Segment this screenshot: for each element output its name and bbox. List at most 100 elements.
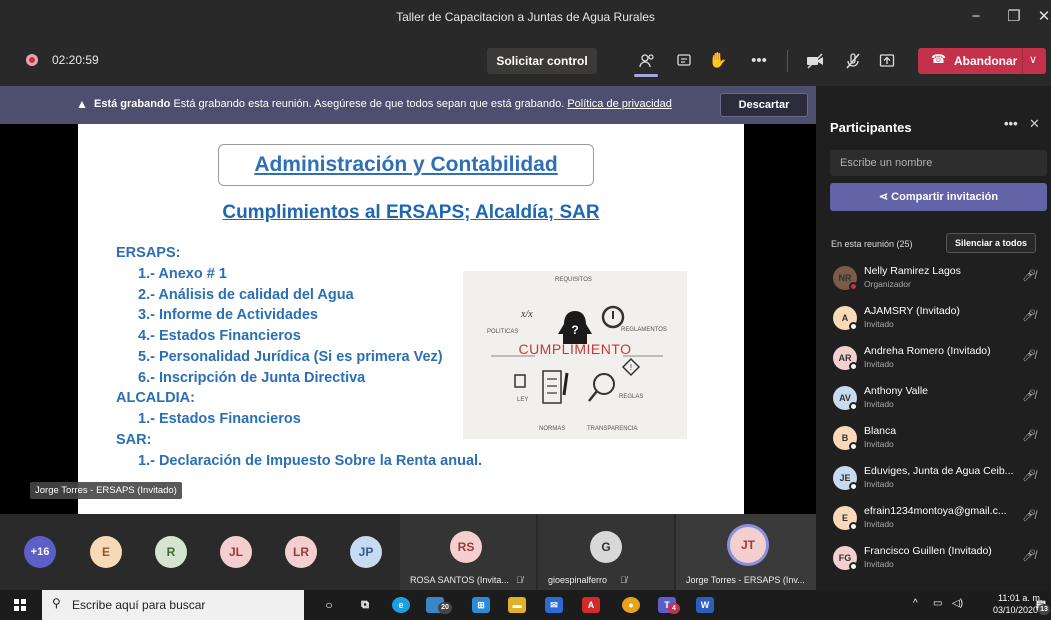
recording-banner-text: Está grabando Está grabando esta reunión… [94, 98, 672, 110]
share-invite-label: Compartir invitación [891, 191, 999, 203]
meeting-timer: 02:20:59 [52, 53, 99, 67]
slide-line: ALCALDIA: [116, 390, 195, 406]
participant-tile[interactable]: RS ROSA SANTOS (Invita... 🎙̸ [400, 514, 536, 590]
word-icon[interactable]: W [696, 597, 714, 613]
chevron-down-icon[interactable]: ∨ [1029, 53, 1037, 66]
participant-avatar[interactable]: JP [350, 536, 382, 568]
close-icon[interactable]: ✕ [1029, 116, 1040, 132]
participant-row[interactable]: A AJAMSRY (Invitado) Invitado 🎤︎̸ [816, 300, 1051, 340]
participant-name: AJAMSRY (Invitado) [864, 305, 960, 317]
presence-status-icon [849, 402, 858, 411]
participant-row[interactable]: JE Eduviges, Junta de Agua Ceib... Invitad… [816, 460, 1051, 500]
participant-row[interactable]: AR Andreha Romero (Invitado) Invitado 🎤︎̸ [816, 340, 1051, 380]
more-options-icon[interactable]: ••• [1004, 116, 1018, 131]
show-hidden-icons-icon[interactable]: ^ [913, 598, 918, 609]
mic-off-icon[interactable]: 🎤︎̸ [1022, 389, 1036, 402]
presence-status-icon [849, 362, 858, 371]
mic-off-icon[interactable]: 🎤︎̸ [1022, 509, 1036, 522]
cortana-icon[interactable]: ○ [320, 597, 338, 613]
slide-subtitle: Cumplimientos al ERSAPS; Alcaldía; SAR [222, 202, 600, 223]
file-explorer-icon[interactable]: ▬ [508, 597, 526, 613]
participant-avatar[interactable]: E [90, 536, 122, 568]
mic-off-icon[interactable]: 🎤︎̸ [1022, 549, 1036, 562]
task-view-icon[interactable]: ⧉ [356, 597, 374, 613]
maximize-button[interactable]: ❐ [1003, 6, 1025, 28]
taskbar-search-input[interactable] [72, 596, 292, 614]
participant-name: Nelly Ramirez Lagos [864, 265, 961, 277]
participant-tile-name: Jorge Torres - ERSAPS (Inv... [686, 575, 805, 585]
teams-badge: 4 [668, 603, 680, 614]
leave-label: Abandonar [954, 54, 1018, 68]
mic-off-icon[interactable] [840, 48, 866, 74]
illustration-word: REGLAMENTOS [621, 327, 667, 333]
presence-status-icon [849, 482, 858, 491]
svg-text:!: ! [630, 363, 632, 372]
dismiss-banner-button[interactable]: Descartar [720, 93, 808, 117]
participant-row[interactable]: FG Francisco Guillen (Invitado) Invitado 🎤︎… [816, 540, 1051, 580]
participant-role: Organizador [864, 279, 911, 289]
participants-icon[interactable] [634, 48, 660, 74]
participant-avatar: JT [730, 527, 766, 563]
acrobat-icon[interactable]: A [582, 597, 600, 613]
mic-off-icon[interactable]: 🎤︎̸ [1022, 429, 1036, 442]
warning-icon: ▲ [76, 97, 88, 111]
notifications-badge: 13 [1038, 604, 1050, 615]
privacy-policy-link[interactable]: Política de privacidad [567, 98, 672, 110]
mic-off-icon[interactable]: 🎤︎̸ [1022, 469, 1036, 482]
chat-icon[interactable] [671, 48, 697, 74]
mute-all-button[interactable]: Silenciar a todos [946, 233, 1036, 253]
share-invite-button[interactable]: ⋖ Compartir invitación [830, 183, 1047, 211]
presence-status-icon [849, 562, 858, 571]
participant-tile-active[interactable]: JT Jorge Torres - ERSAPS (Inv... [676, 514, 816, 590]
participant-role: Invitado [864, 359, 894, 369]
presentation-slide: Administración y Contabilidad Cumplimien… [78, 124, 744, 514]
presence-status-icon [849, 442, 858, 451]
presence-status-icon [849, 522, 858, 531]
slide-title-box: Administración y Contabilidad [218, 144, 594, 186]
leave-button[interactable]: ☎ Abandonar ∨ [918, 48, 1046, 74]
minimize-button[interactable]: − [965, 6, 987, 28]
mic-off-icon[interactable]: 🎤︎̸ [1022, 309, 1036, 322]
participant-avatar[interactable]: R [155, 536, 187, 568]
participant-tile[interactable]: G gioespinalferro 🎙̸ [538, 514, 674, 590]
leave-divider [1022, 48, 1023, 74]
slide-line: 4.- Estados Financieros [138, 328, 301, 344]
participant-row[interactable]: AV Anthony Valle Invitado 🎤︎̸ [816, 380, 1051, 420]
slide-line: 6.- Inscripción de Junta Directiva [138, 370, 366, 386]
store-icon[interactable]: ⊞ [472, 597, 490, 613]
camera-off-icon[interactable] [802, 48, 828, 74]
share-screen-icon[interactable] [874, 48, 900, 74]
edge-icon[interactable]: e [392, 597, 410, 613]
participant-row[interactable]: NR Nelly Ramirez Lagos Organizador 🎤︎̸ [816, 260, 1051, 300]
participant-tile-name: ROSA SANTOS (Invita... [410, 575, 509, 585]
participant-row[interactable]: B Blanca Invitado 🎤︎̸ [816, 420, 1051, 460]
raise-hand-icon[interactable]: ✋ [705, 48, 731, 74]
slide-line: SAR: [116, 432, 152, 448]
mic-off-icon[interactable]: 🎤︎̸ [1022, 269, 1036, 282]
chrome-icon[interactable]: ● [622, 597, 640, 613]
participant-row[interactable]: Eefrain1234montoya@gmail.c... Invitado 🎤︎̸ [816, 500, 1051, 540]
participant-avatar[interactable]: JL [220, 536, 252, 568]
mic-off-icon: 🎙̸ [620, 575, 627, 585]
recording-indicator-icon [26, 54, 38, 66]
taskbar-search[interactable]: ⚲ [42, 590, 304, 620]
volume-icon[interactable]: ◁) [952, 598, 963, 609]
svg-text:x/x: x/x [520, 309, 533, 320]
participant-role: Invitado [864, 319, 894, 329]
share-icon: ⋖ [878, 191, 892, 203]
close-window-button[interactable]: ✕ [1033, 6, 1051, 28]
more-actions-icon[interactable]: ••• [746, 48, 772, 74]
mic-off-icon[interactable]: 🎤︎̸ [1022, 349, 1036, 362]
compliance-illustration: ? ! x/x CUMPLIMIENTO REQUISITOS POLITICA… [463, 271, 687, 439]
mail-icon[interactable]: ✉ [545, 597, 563, 613]
slide-line: 5.- Personalidad Jurídica (Si es primera… [138, 349, 443, 365]
window-title-bar: Taller de Capacitacion a Juntas de Agua … [0, 0, 1051, 34]
network-icon[interactable]: ▭ [933, 598, 942, 609]
windows-start-icon[interactable] [14, 599, 26, 611]
participant-avatar[interactable]: LR [285, 536, 317, 568]
request-control-button[interactable]: Solicitar control [487, 48, 597, 74]
participant-name: efrain1234montoya@gmail.c... [864, 505, 1007, 517]
participant-search-input[interactable] [830, 150, 1047, 176]
window-title: Taller de Capacitacion a Juntas de Agua … [396, 10, 655, 24]
more-participants-button[interactable]: +16 [24, 536, 56, 568]
